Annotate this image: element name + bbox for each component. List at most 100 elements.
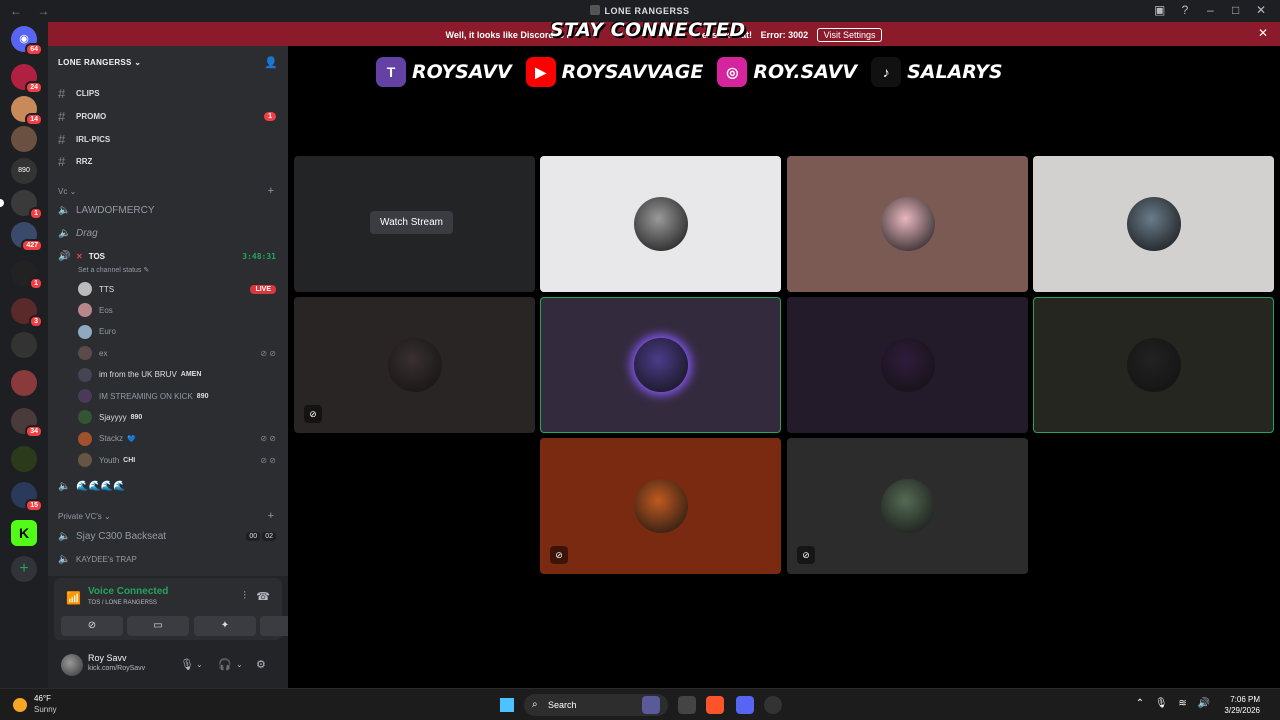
server-icon-active[interactable]: 1 xyxy=(0,190,43,220)
voice-member[interactable]: Euro xyxy=(78,322,278,342)
headphones-icon[interactable]: 🎧 xyxy=(218,658,232,671)
weather-condition[interactable]: Sunny xyxy=(34,705,57,714)
server-name-header[interactable]: LONE RANGERSS ⌄ xyxy=(58,58,141,67)
camera-toggle-button[interactable]: ⊘ xyxy=(61,616,123,636)
username[interactable]: Roy Savv xyxy=(88,653,127,663)
inbox-icon[interactable]: ▣ xyxy=(1149,3,1171,17)
voice-channel-drag[interactable]: 🔈 Drag xyxy=(58,223,278,243)
add-channel-icon[interactable]: + xyxy=(268,185,274,197)
category-vc[interactable]: Vc ⌄ + xyxy=(58,185,278,197)
participant-tile[interactable] xyxy=(787,297,1028,433)
clock[interactable]: 7:06 PM 3/29/2026 xyxy=(1224,694,1260,716)
voice-member[interactable]: Youth CHI ⊘ ⊘ xyxy=(78,450,278,470)
weather-temp[interactable]: 46°F xyxy=(34,694,51,703)
hashtag-icon: # xyxy=(58,108,66,124)
member-name: ex xyxy=(99,348,108,358)
chevron-down-icon[interactable]: ⌄ xyxy=(196,660,203,669)
voice-member[interactable]: IM STREAMING ON KICK 890 xyxy=(78,386,278,406)
participant-tile[interactable] xyxy=(540,297,781,433)
participant-tile[interactable] xyxy=(1033,156,1274,292)
server-badge: 3 xyxy=(29,315,43,328)
wifi-icon[interactable]: ≋ xyxy=(1178,698,1186,709)
avatar[interactable] xyxy=(61,654,83,676)
volume-icon[interactable]: 🔊 xyxy=(1198,698,1210,709)
server-badge: 1 xyxy=(29,277,43,290)
discord-taskbar-icon[interactable] xyxy=(736,696,754,714)
voice-channel-sjay[interactable]: 🔈 Sjay C300 Backseat 00 02 xyxy=(58,526,278,546)
stream-tile[interactable]: Watch Stream xyxy=(294,156,535,292)
channel-clips[interactable]: # CLIPS xyxy=(58,83,278,103)
activities-button[interactable]: ✦ xyxy=(194,616,256,636)
add-channel-icon[interactable]: + xyxy=(268,510,274,522)
close-button[interactable]: ✕ xyxy=(1250,3,1272,17)
brave-browser-icon[interactable] xyxy=(706,696,724,714)
channel-status-prompt[interactable]: Set a channel status ✎ xyxy=(78,266,149,274)
disconnect-icon[interactable]: ☎ xyxy=(256,590,270,603)
taskbar-app-icon[interactable] xyxy=(642,696,660,714)
speaker-icon: 🔈 xyxy=(58,227,71,239)
voice-member[interactable]: Sjayyyy 890 xyxy=(78,407,278,427)
voice-member[interactable]: TTS LIVE xyxy=(78,279,278,299)
voice-member[interactable]: im from the UK BRUV AMEN xyxy=(78,365,278,385)
noise-suppression-icon[interactable]: ⫶ xyxy=(243,590,246,603)
channel-irl-pics[interactable]: # IRL-PICS xyxy=(58,129,278,149)
signal-icon[interactable]: 📶 xyxy=(66,591,81,605)
help-icon[interactable]: ? xyxy=(1174,3,1196,17)
app-icon xyxy=(590,5,601,15)
voice-connected-label[interactable]: Voice Connected xyxy=(88,586,168,597)
channel-promo[interactable]: # PROMO 1 xyxy=(58,106,278,126)
microphone-icon[interactable]: 🎙 xyxy=(180,658,194,671)
minimize-button[interactable]: – xyxy=(1199,3,1221,17)
voice-member[interactable]: Stackz 💙 ⊘ ⊘ xyxy=(78,429,278,449)
maximize-button[interactable]: □ xyxy=(1225,3,1247,17)
obs-icon[interactable] xyxy=(764,696,782,714)
server-icon[interactable] xyxy=(11,446,37,472)
server-folder[interactable]: 1 xyxy=(11,260,43,290)
visit-settings-button[interactable]: Visit Settings xyxy=(816,28,883,42)
voice-channel-kaydee[interactable]: 🔈 KAYDEE's TRAP xyxy=(58,549,278,569)
server-icon[interactable]: 24 xyxy=(11,64,43,94)
server-icon[interactable] xyxy=(11,126,37,152)
channel-label: PROMO xyxy=(76,111,107,121)
server-folder[interactable]: 34 xyxy=(11,408,43,438)
participant-tile[interactable] xyxy=(540,156,781,292)
channel-rrz[interactable]: # RRZ xyxy=(58,151,278,171)
microphone-tray-icon[interactable]: 🎙 xyxy=(1155,698,1168,709)
social-handle: ▶ ROYSAVVAGE xyxy=(525,57,703,87)
participant-tile[interactable]: ⊘ xyxy=(540,438,781,574)
participant-tile[interactable]: ⊘ xyxy=(787,438,1028,574)
server-icon[interactable]: 14 xyxy=(11,96,43,126)
participant-tile[interactable] xyxy=(787,156,1028,292)
add-server-icon[interactable]: + xyxy=(11,556,37,582)
server-folder[interactable]: 3 xyxy=(11,298,43,328)
category-private[interactable]: Private VC's ⌄ + xyxy=(58,510,278,522)
server-list: ◉ 64 24 14 890 1 427 1 3 34 15 K + xyxy=(0,22,48,688)
banner-close-icon[interactable]: ✕ xyxy=(1258,26,1268,40)
screen-share-icon: ▭ xyxy=(153,620,163,631)
window-title-text: LONE RANGERSS xyxy=(604,6,690,16)
chevron-up-icon[interactable]: ⌃ xyxy=(1136,698,1144,709)
participant-tile[interactable]: ⊘ xyxy=(294,297,535,433)
voice-channel-lawdofmercy[interactable]: 🔈 LAWDOFMERCY xyxy=(58,200,278,220)
server-folder[interactable]: 15 xyxy=(11,482,43,512)
file-explorer-icon[interactable] xyxy=(678,696,696,714)
kick-server-icon[interactable]: K xyxy=(11,520,37,546)
server-folder[interactable] xyxy=(11,370,37,396)
chevron-down-icon[interactable]: ⌄ xyxy=(236,660,243,669)
voice-member[interactable]: ex ⊘ ⊘ xyxy=(78,343,278,363)
server-folder[interactable]: 427 xyxy=(11,222,43,252)
add-member-icon[interactable]: 👤 xyxy=(264,56,278,70)
voice-connected-channel[interactable]: TOS / LONE RANGERSS xyxy=(88,600,157,606)
voice-channel-waves[interactable]: 🔈 🌊🌊🌊🌊 xyxy=(58,476,278,496)
start-button[interactable] xyxy=(500,698,514,712)
server-icon[interactable] xyxy=(11,332,37,358)
voice-channel-tos[interactable]: 🔊 ✕ TOS 3:48:31 xyxy=(58,246,278,266)
home-button[interactable]: ◉ 64 xyxy=(11,26,43,56)
weather-sun-icon[interactable] xyxy=(13,698,27,712)
watch-stream-button[interactable]: Watch Stream xyxy=(370,211,453,234)
screen-share-button[interactable]: ▭ xyxy=(127,616,189,636)
voice-member[interactable]: Eos xyxy=(78,300,278,320)
settings-gear-icon[interactable]: ⚙ xyxy=(256,658,266,671)
participant-tile[interactable] xyxy=(1033,297,1274,433)
server-icon[interactable]: 890 xyxy=(11,158,37,184)
